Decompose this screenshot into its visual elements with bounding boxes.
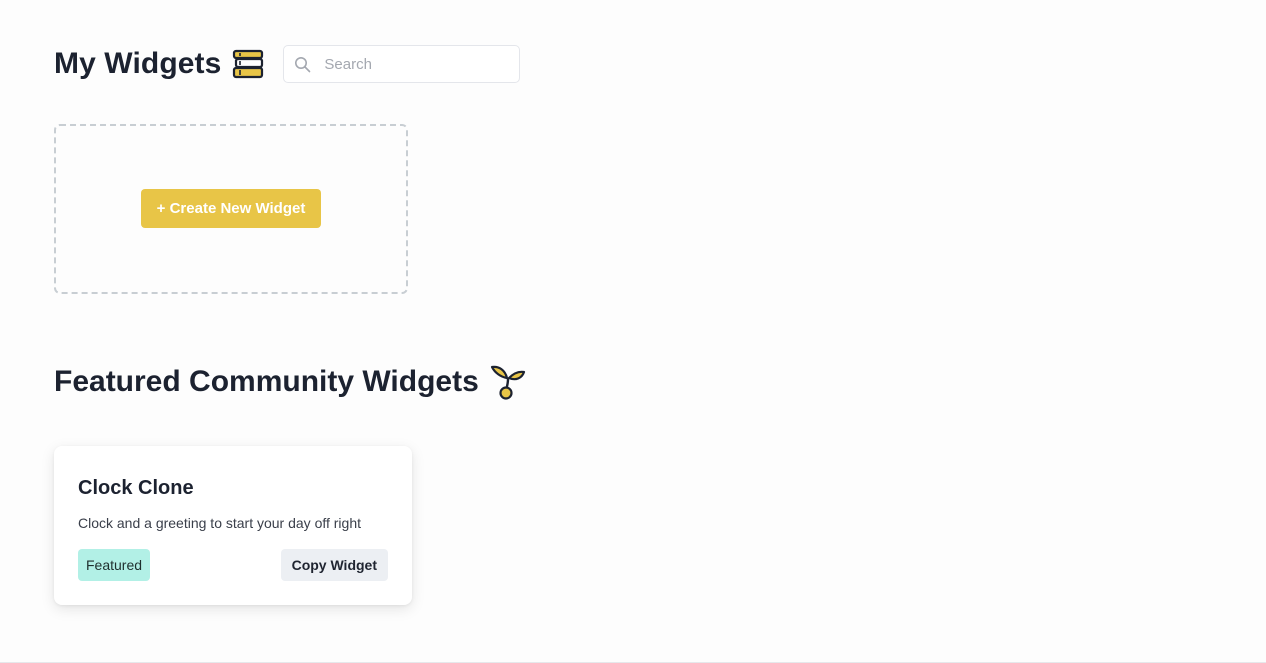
books-icon [231,47,265,81]
create-widget-card: + Create New Widget [54,124,408,294]
search-box[interactable] [283,45,521,83]
page-title: My Widgets [54,47,222,80]
search-input[interactable] [322,54,507,74]
featured-section-title: Featured Community Widgets [54,365,479,398]
create-new-widget-button[interactable]: + Create New Widget [140,188,322,228]
featured-badge: Featured [78,549,151,581]
copy-widget-button[interactable]: Copy Widget [280,549,388,581]
widget-footer: Featured Copy Widget [78,549,388,581]
my-widgets-header: My Widgets [54,42,1204,86]
page-content: My Widgets + Create New Widget [54,42,1204,605]
widget-title: Clock Clone [78,477,194,499]
search-icon [294,56,311,73]
featured-header: Featured Community Widgets [54,360,527,404]
sprout-icon [489,363,527,401]
widget-card-clock-clone: Clock Clone Clock and a greeting to star… [54,446,412,605]
widget-description: Clock and a greeting to start your day o… [78,515,362,531]
